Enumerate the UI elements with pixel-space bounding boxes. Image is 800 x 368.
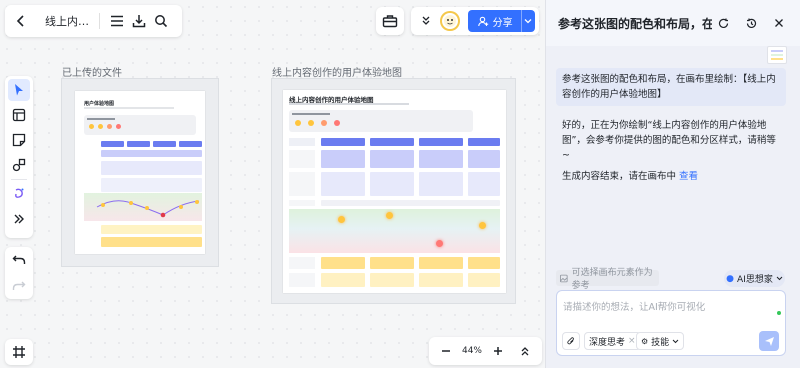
image-icon [560, 274, 568, 282]
conversation-title: 参考这张图的配色和布局，在画… [558, 16, 712, 31]
view-link[interactable]: 查看 [679, 171, 698, 182]
skills-icon: ⚙ [641, 336, 649, 346]
skills-dropdown[interactable]: ⚙ 技能 [636, 332, 685, 350]
document-toolbar: 线上内… [5, 5, 182, 37]
ai-thinker-selector[interactable]: ● AI思想家 [724, 270, 785, 287]
collapse-icon[interactable] [415, 10, 436, 32]
toolbox-icon[interactable] [376, 7, 404, 35]
share-label: 分享 [492, 17, 513, 29]
avatar[interactable] [440, 11, 460, 31]
chevron-down-icon [776, 276, 783, 281]
attach-icon[interactable] [562, 332, 580, 350]
refresh-icon[interactable] [712, 12, 734, 34]
uploaded-doc-title: 用户体验地图 [84, 101, 115, 107]
share-button[interactable]: 分享 [467, 10, 535, 32]
collapse-zoom-icon[interactable] [514, 340, 536, 362]
user-message: 参考这张图的配色和布局，在画布里绘制：【线上内容创作的用户体验地图】 [556, 68, 786, 106]
clear-icon: × [628, 336, 636, 346]
document-title[interactable]: 线上内… [45, 13, 97, 29]
ai-message: 好的，正在为你绘制“线上内容创作的用户体验地图”，会参考你提供的图的配色和分区样… [562, 120, 776, 161]
ai-message-done: 生成内容结束，请在画布中 查看 [556, 169, 786, 184]
whiteboard-canvas[interactable]: 线上内… 分享 已上传的文件 用户体验地图 线上内容创作的用户体验地图 线上内容… [0, 0, 545, 368]
redo-icon[interactable] [8, 275, 30, 297]
ai-thinker-label: AI思想家 [737, 275, 773, 285]
deep-think-label: 深度思考 [589, 337, 626, 348]
prompt-input[interactable]: 请描述你的想法，让AI帮你可视化 深度思考 × ⚙ 技能 [556, 290, 786, 356]
zoom-toolbar: 44% [429, 337, 542, 365]
toolbar-divider [99, 13, 100, 29]
status-dot [777, 311, 781, 315]
ai-brush-icon[interactable] [8, 183, 30, 205]
search-icon[interactable] [150, 10, 172, 32]
history-toolbar [5, 247, 33, 299]
layout-icon[interactable] [8, 104, 30, 126]
journey-map-board[interactable]: 线上内容创作的用户体验地图 [283, 90, 506, 293]
skills-label: 技能 [651, 337, 670, 348]
frame-label-uploaded: 已上传的文件 [62, 68, 122, 79]
zoom-out-icon[interactable] [435, 340, 457, 362]
close-icon[interactable] [768, 12, 790, 34]
frame-tool-icon[interactable] [5, 339, 33, 365]
select-tool-icon[interactable] [8, 79, 30, 101]
sticky-note-icon[interactable] [8, 129, 30, 151]
uploaded-image[interactable]: 用户体验地图 [75, 91, 205, 254]
toolbar-separator [11, 179, 27, 180]
chevron-down-icon [672, 339, 679, 343]
history-icon[interactable] [740, 12, 762, 34]
left-toolbar [5, 76, 33, 238]
import-icon[interactable] [128, 10, 150, 32]
shapes-icon[interactable] [8, 154, 30, 176]
menu-icon[interactable] [106, 10, 128, 32]
send-icon [764, 336, 774, 346]
frame-label-generated: 线上内容创作的用户体验地图 [272, 68, 402, 79]
panel-header: 参考这张图的配色和布局，在画… [546, 0, 800, 46]
zoom-level[interactable]: 44% [462, 346, 482, 356]
undo-icon[interactable] [8, 249, 30, 271]
reference-hint-label: 可选择画布元素作为参考 [571, 268, 653, 291]
share-dropdown-icon[interactable] [522, 18, 535, 24]
uploaded-file-frame[interactable]: 用户体验地图 [61, 78, 219, 267]
collab-toolbar: 分享 [411, 7, 539, 35]
ai-done-text: 生成内容结束，请在画布中 [562, 171, 677, 182]
generated-map-frame[interactable]: 线上内容创作的用户体验地图 [271, 78, 516, 304]
user-add-icon [477, 16, 488, 26]
send-button[interactable] [759, 331, 779, 351]
zoom-in-icon[interactable] [487, 340, 509, 362]
reference-hint[interactable]: 可选择画布元素作为参考 [556, 268, 659, 291]
ai-thinker-icon: ● [726, 273, 735, 284]
prompt-placeholder: 请描述你的想法，让AI帮你可视化 [563, 302, 706, 313]
attachment-thumbnail[interactable] [767, 46, 787, 64]
deep-think-toggle[interactable]: 深度思考 × [584, 332, 641, 350]
back-icon[interactable] [11, 11, 31, 31]
more-tools-icon[interactable] [8, 208, 30, 230]
